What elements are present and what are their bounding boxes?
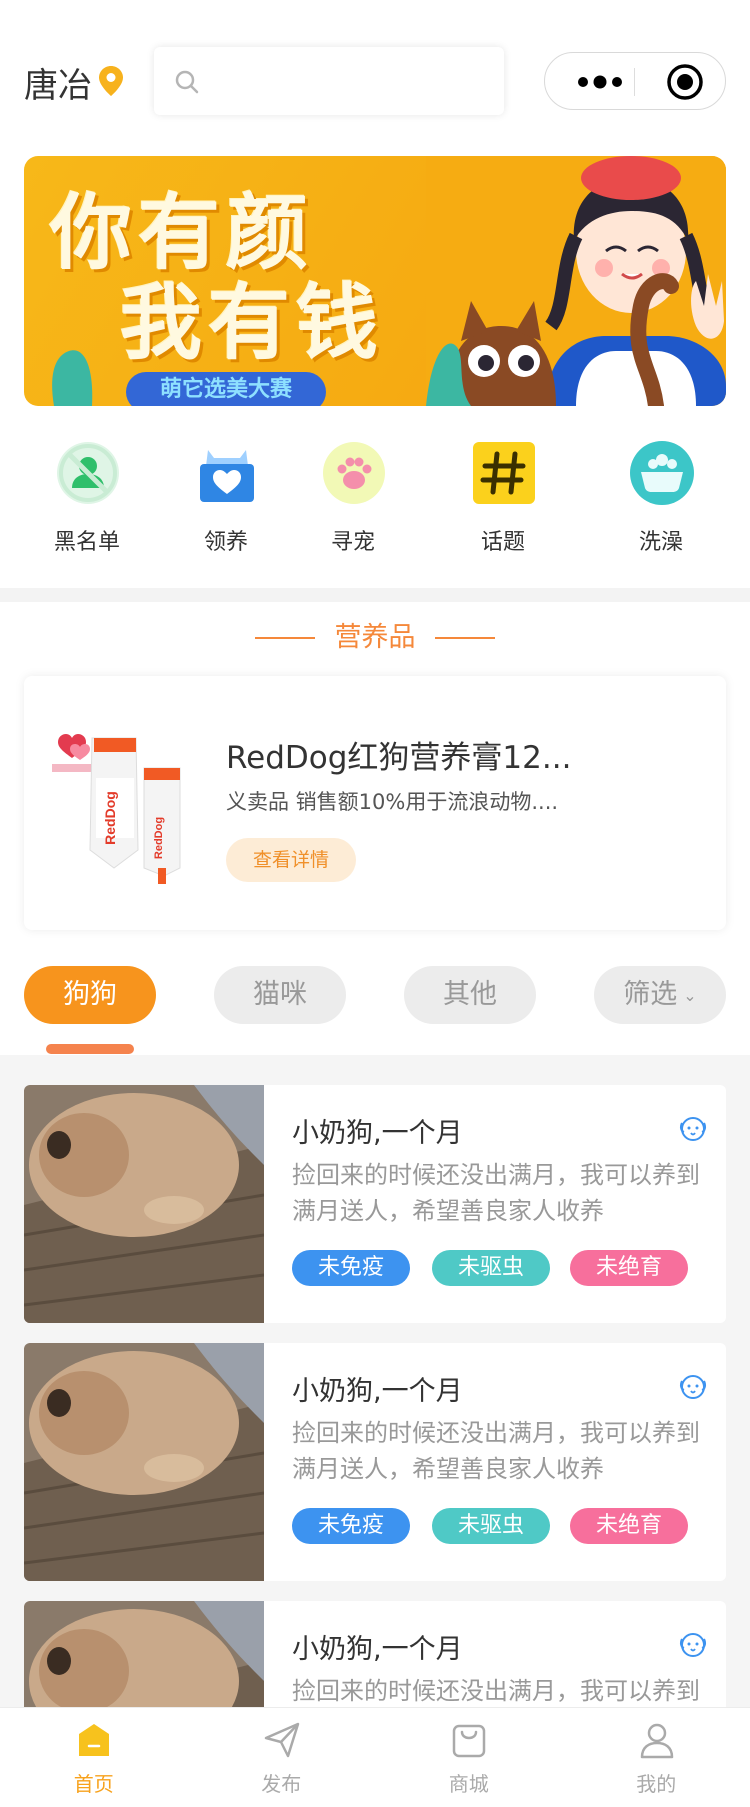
- view-details-button[interactable]: 查看详情: [226, 838, 356, 882]
- filter-button[interactable]: 筛选 ⌄: [594, 966, 726, 1024]
- pet-photo: [24, 1085, 264, 1323]
- promo-banner[interactable]: 你有颜 我有钱 萌它选美大赛: [24, 156, 726, 406]
- product-title: RedDog红狗营养膏12...: [226, 740, 572, 776]
- tabbar-item-post[interactable]: 发布: [188, 1708, 376, 1807]
- section-divider: [0, 588, 750, 602]
- city-label[interactable]: 唐冶: [24, 58, 92, 107]
- product-card[interactable]: RedDog RedDog RedDog红狗营养膏12... 义卖品 销售额10…: [24, 676, 726, 930]
- pet-card[interactable]: 小奶狗,一个月捡回来的时候还没出满月，我可以养到满月送人，希望善良家人收养未免疫…: [24, 1085, 726, 1323]
- bottom-tab-bar: 首页 发布 商城 我的: [0, 1707, 750, 1807]
- active-tab-indicator: [46, 1044, 134, 1054]
- pet-description: 捡回来的时候还没出满月，我可以养到满月送人，希望善良家人收养: [292, 1677, 700, 1705]
- tabbar-label: 发布: [261, 1772, 302, 1796]
- pet-card[interactable]: 小奶狗,一个月捡回来的时候还没出满月，我可以养到满月送人，希望善良家人收养未免疫…: [24, 1343, 726, 1581]
- tab-others[interactable]: 其他: [404, 966, 536, 1024]
- pet-status-tag: 未绝育: [570, 1250, 688, 1286]
- pet-status-tag: 未驱虫: [432, 1508, 550, 1544]
- category-label: 洗澡: [638, 530, 683, 555]
- product-image: RedDog RedDog: [52, 734, 181, 884]
- chevron-down-icon: ⌄: [683, 985, 697, 1005]
- pet-card[interactable]: 小奶狗,一个月捡回来的时候还没出满月，我可以养到满月送人，希望善良家人收养未免疫…: [24, 1601, 726, 1707]
- close-target-icon[interactable]: [666, 63, 704, 101]
- title-line-left: [255, 637, 315, 639]
- pet-photo: [24, 1343, 264, 1581]
- pet-name: 小奶狗,一个月: [292, 1118, 463, 1149]
- category-adopt[interactable]: 领养: [166, 440, 286, 560]
- capsule-divider: [634, 68, 635, 96]
- topic-icon: [473, 442, 535, 504]
- section-title-text: 营养品: [334, 622, 416, 653]
- pet-name: 小奶狗,一个月: [292, 1376, 463, 1407]
- pet-status-tag: 未驱虫: [432, 1250, 550, 1286]
- pet-status-tag: 未免疫: [292, 1250, 410, 1286]
- section-title: 营养品: [0, 618, 750, 658]
- dog-face-icon: [679, 1633, 707, 1657]
- search-icon: [175, 70, 199, 94]
- shop-bag-icon: [452, 1724, 486, 1758]
- tabbar-item-me[interactable]: 我的: [563, 1708, 750, 1807]
- tabbar-item-home[interactable]: 首页: [0, 1708, 188, 1807]
- adopt-icon: [200, 450, 254, 502]
- banner-cactus-icon: [52, 350, 93, 406]
- banner-tag: 萌它选美大赛: [126, 372, 326, 406]
- pet-name: 小奶狗,一个月: [292, 1634, 463, 1665]
- header: 唐冶: [0, 0, 750, 150]
- category-find-pet[interactable]: 寻宠: [293, 440, 413, 560]
- category-label: 话题: [480, 530, 525, 555]
- send-icon: [264, 1722, 299, 1758]
- product-description: 义卖品 销售额10%用于流浪动物....: [226, 790, 559, 814]
- tabbar-label: 商城: [448, 1772, 489, 1796]
- tabbar-label: 我的: [636, 1772, 677, 1796]
- dog-face-icon: [679, 1117, 707, 1141]
- category-bath[interactable]: 洗澡: [601, 440, 721, 560]
- find-pet-icon: [323, 442, 385, 504]
- pet-description: 捡回来的时候还没出满月，我可以养到满月送人，希望善良家人收养: [292, 1161, 700, 1225]
- dog-face-icon: [679, 1375, 707, 1399]
- pet-description: 捡回来的时候还没出满月，我可以养到满月送人，希望善良家人收养: [292, 1419, 700, 1483]
- category-label: 领养: [203, 530, 248, 555]
- banner-girl-cat-illustration: [426, 156, 726, 406]
- category-topic[interactable]: 话题: [443, 440, 563, 560]
- pet-photo: [24, 1601, 264, 1707]
- bath-icon: [630, 441, 694, 505]
- miniprogram-capsule: [544, 52, 726, 110]
- pet-status-tag: 未绝育: [570, 1508, 688, 1544]
- tabbar-item-shop[interactable]: 商城: [375, 1708, 563, 1807]
- category-label: 黑名单: [53, 530, 120, 555]
- user-icon: [640, 1723, 673, 1759]
- tab-cats[interactable]: 猫咪: [214, 966, 346, 1024]
- pet-status-tag: 未免疫: [292, 1508, 410, 1544]
- tab-dogs[interactable]: 狗狗: [24, 966, 156, 1024]
- location-pin-icon[interactable]: [99, 66, 123, 96]
- pet-list: 小奶狗,一个月 捡回来的时候还没出满月，我可以养到满月送人，希望善良家人收养 未免疫…: [0, 1085, 750, 1707]
- product-brand-text-2: RedDog: [153, 817, 165, 859]
- filter-label: 筛选: [623, 979, 678, 1010]
- blacklist-icon: [57, 442, 119, 504]
- category-label: 寻宠: [330, 530, 375, 555]
- search-input[interactable]: [154, 47, 504, 115]
- category-grid: 黑名单 领养 寻宠 话题 洗澡: [0, 440, 750, 560]
- tabbar-label: 首页: [73, 1772, 114, 1796]
- pet-type-tabs: 狗狗 猫咪 其他 筛选 ⌄: [0, 966, 750, 1056]
- more-dots-icon[interactable]: [571, 67, 629, 97]
- product-brand-text: RedDog: [102, 791, 118, 845]
- title-line-right: [435, 637, 495, 639]
- category-blacklist[interactable]: 黑名单: [27, 440, 147, 560]
- home-icon: [79, 1724, 109, 1756]
- banner-headline-2: 我有钱: [120, 276, 385, 371]
